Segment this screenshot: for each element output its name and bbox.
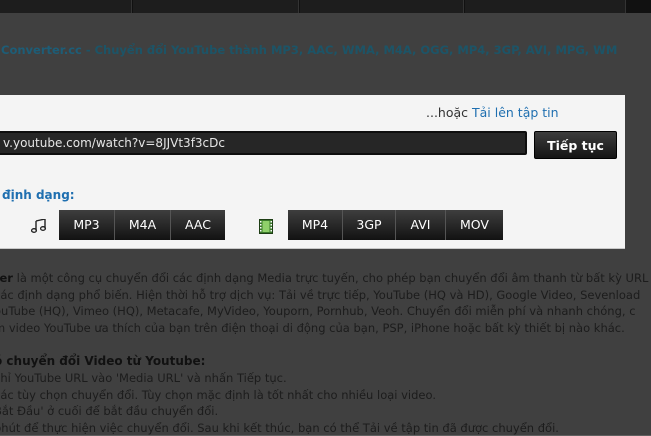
- video-format-group: MP43GPAVIMOV: [288, 210, 503, 240]
- format-mp4-button[interactable]: MP4: [288, 210, 343, 240]
- list-item: chỉ YouTube URL vào 'Media URL' và nhấn …: [0, 370, 559, 387]
- nav-tab[interactable]: [133, 0, 299, 13]
- format-mp3-button[interactable]: MP3: [59, 210, 115, 240]
- list-item: Bắt Đầu' ở cuối để bắt đầu chuyển đổi.: [0, 403, 559, 420]
- audio-format-group: MP3M4AAAC: [59, 210, 225, 240]
- format-avi-button[interactable]: AVI: [396, 210, 446, 240]
- music-note-icon: [31, 219, 47, 233]
- top-nav-bar: [0, 0, 651, 13]
- list-item: các tùy chọn chuyển đổi. Tùy chọn mặc đị…: [0, 387, 559, 404]
- site-name-link[interactable]: Converter.cc: [1, 43, 82, 57]
- nav-tab[interactable]: [300, 0, 464, 13]
- intro-paragraph: ter là một công cụ chuyển đổi các định d…: [0, 270, 648, 336]
- site-tagline: Converter.cc - Chuyển đổi YouTube thành …: [1, 43, 617, 57]
- media-url-input[interactable]: [0, 131, 527, 155]
- nav-tab[interactable]: [465, 0, 626, 13]
- intro-lead: ter: [0, 271, 13, 285]
- format-m4a-button[interactable]: M4A: [115, 210, 171, 240]
- continue-button[interactable]: Tiếp tục: [534, 131, 617, 159]
- converter-panel: ...hoặc Tải lên tập tin Tiếp tục định dạ…: [0, 95, 625, 249]
- film-strip-icon: [259, 219, 273, 234]
- format-mov-button[interactable]: MOV: [446, 210, 503, 240]
- howto-heading: ó chuyển đổi Video từ Youtube:: [0, 354, 205, 368]
- formats-label: định dạng:: [2, 188, 75, 202]
- upload-file-link[interactable]: Tải lên tập tin: [472, 105, 559, 120]
- site-header: Converter.cc - Chuyển đổi YouTube thành …: [0, 30, 651, 70]
- format-aac-button[interactable]: AAC: [171, 210, 225, 240]
- howto-steps: chỉ YouTube URL vào 'Media URL' và nhấn …: [0, 370, 559, 436]
- format-3gp-button[interactable]: 3GP: [343, 210, 396, 240]
- list-item: phút để thực hiện việc chuyển đổi. Sau k…: [0, 420, 559, 436]
- nav-tab[interactable]: [0, 0, 132, 13]
- upload-alternative: ...hoặc Tải lên tập tin: [426, 105, 559, 120]
